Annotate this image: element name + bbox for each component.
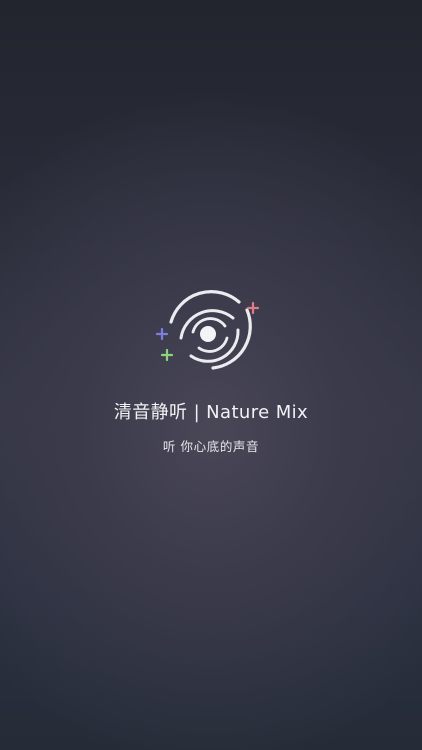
galaxy-swirl-icon [155,290,260,370]
splash-screen: 清音静听 | Nature Mix 听 你心底的声音 [0,0,422,750]
app-title: 清音静听 | Nature Mix [113,402,309,423]
app-logo [151,286,271,386]
app-slogan: 听 你心底的声音 [162,439,260,454]
plus-icon-top-right [246,301,260,315]
plus-icon-bottom-left [160,348,174,362]
plus-icon-left [155,327,169,341]
